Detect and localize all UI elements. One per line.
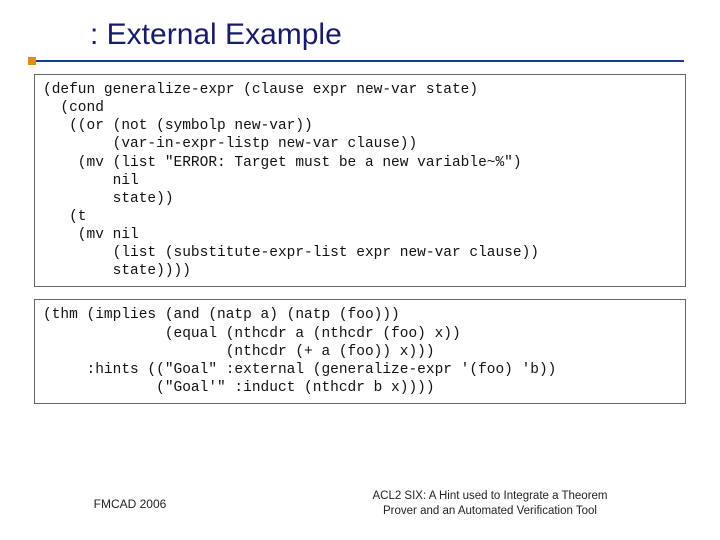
- footer-right: ACL2 SIX: A Hint used to Integrate a The…: [260, 489, 720, 518]
- slide-title: : External Example: [90, 18, 720, 52]
- code-block-defun: (defun generalize-expr (clause expr new-…: [34, 74, 686, 287]
- code-block-thm: (thm (implies (and (natp a) (natp (foo))…: [34, 299, 686, 404]
- footer-right-line1: ACL2 SIX: A Hint used to Integrate a The…: [372, 490, 607, 502]
- footer-right-line2: Prover and an Automated Verification Too…: [383, 505, 597, 517]
- footer: FMCAD 2006 ACL2 SIX: A Hint used to Inte…: [0, 489, 720, 518]
- title-rule: [36, 60, 684, 62]
- footer-left: FMCAD 2006: [0, 497, 260, 511]
